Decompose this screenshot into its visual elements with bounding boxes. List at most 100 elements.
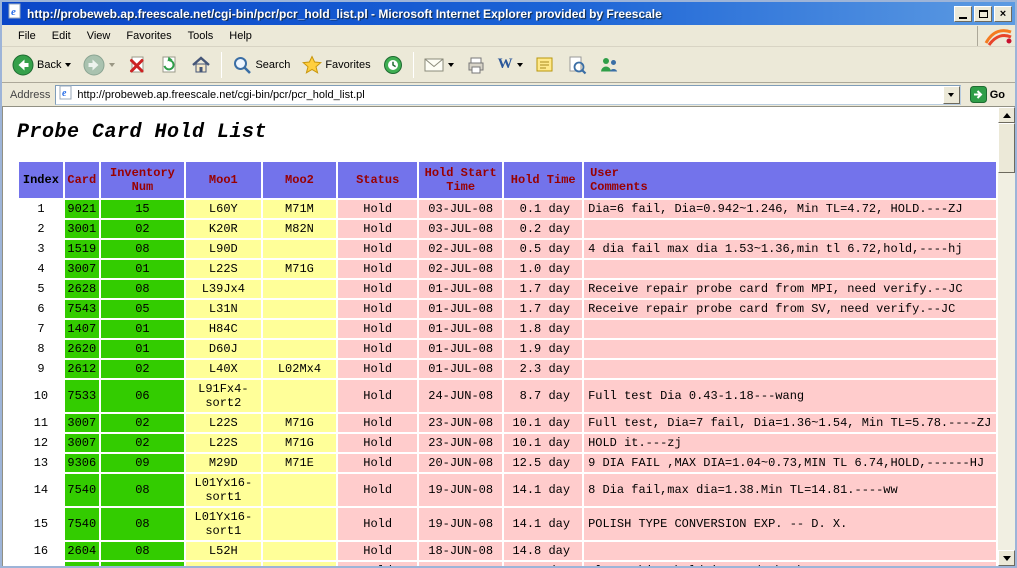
discuss-button[interactable] bbox=[529, 50, 561, 80]
stop-icon bbox=[127, 55, 147, 75]
stop-button[interactable] bbox=[121, 50, 153, 80]
cell-card: 3007 bbox=[65, 414, 99, 432]
cell-moo2: L02Mx4 bbox=[263, 360, 337, 378]
cell-hold-start-time: 01-JUL-08 bbox=[419, 360, 502, 378]
messenger-button[interactable] bbox=[593, 50, 625, 80]
window-title: http://probeweb.ap.freescale.net/cgi-bin… bbox=[27, 7, 954, 21]
cell-inventory-num: 06 bbox=[101, 380, 184, 412]
cell-hold-time: 2.3 day bbox=[504, 360, 582, 378]
minimize-button[interactable] bbox=[954, 6, 972, 22]
back-dropdown-icon[interactable] bbox=[65, 63, 71, 67]
cell-index: 12 bbox=[19, 434, 63, 452]
cell-card: 7543 bbox=[65, 300, 99, 318]
cell-moo1: L91Fx4-sort2 bbox=[186, 380, 260, 412]
chevron-down-icon bbox=[948, 93, 954, 97]
cell-hold-start-time: 02-JUL-08 bbox=[419, 260, 502, 278]
cell-inventory-num: 02 bbox=[101, 220, 184, 238]
edit-button[interactable]: W bbox=[492, 50, 529, 80]
cell-moo2: M71E bbox=[263, 454, 337, 472]
cell-moo2 bbox=[263, 300, 337, 318]
cell-card: 3001 bbox=[65, 220, 99, 238]
search-button[interactable]: Search bbox=[226, 50, 296, 80]
messenger-icon bbox=[599, 55, 619, 75]
mail-button[interactable] bbox=[418, 50, 460, 80]
maximize-button[interactable] bbox=[974, 6, 992, 22]
table-row: 7140701H84CHold01-JUL-081.8 day bbox=[19, 320, 996, 338]
cell-hold-time: 1.7 day bbox=[504, 280, 582, 298]
url-text: http://probeweb.ap.freescale.net/cgi-bin… bbox=[77, 89, 942, 101]
cell-status: Hold bbox=[338, 380, 417, 412]
go-icon bbox=[970, 86, 987, 103]
cell-index: 11 bbox=[19, 414, 63, 432]
header-moo2: Moo2 bbox=[263, 162, 337, 198]
forward-button[interactable] bbox=[77, 50, 121, 80]
header-user-comments: User Comments bbox=[584, 162, 996, 198]
cell-index: 5 bbox=[19, 280, 63, 298]
table-row: 13930609M29DM71EHold20-JUN-0812.5 day9 D… bbox=[19, 454, 996, 472]
cell-hold-time: 1.9 day bbox=[504, 340, 582, 358]
cell-status: Hold bbox=[338, 434, 417, 452]
mail-dropdown-icon[interactable] bbox=[448, 63, 454, 67]
page-title: Probe Card Hold List bbox=[17, 121, 998, 144]
table-row: 11300702L22SM71GHold23-JUN-0810.1 dayFul… bbox=[19, 414, 996, 432]
menu-tools[interactable]: Tools bbox=[180, 27, 222, 45]
cell-moo1: M02B bbox=[186, 562, 260, 566]
discuss-note-icon bbox=[535, 55, 555, 75]
home-button[interactable] bbox=[185, 50, 217, 80]
cell-moo2: L57M bbox=[263, 562, 337, 566]
cell-card: 7540 bbox=[65, 508, 99, 540]
table-header-row: IndexCardInventory NumMoo1Moo2StatusHold… bbox=[19, 162, 996, 198]
cell-user-comments bbox=[584, 542, 996, 560]
scrollbar-thumb[interactable] bbox=[998, 123, 1015, 173]
header-index: Index bbox=[19, 162, 63, 198]
cell-moo2: M71G bbox=[263, 414, 337, 432]
go-button[interactable]: Go bbox=[966, 84, 1011, 105]
cell-hold-time: 8.7 day bbox=[504, 380, 582, 412]
menu-view[interactable]: View bbox=[79, 27, 119, 45]
forward-dropdown-icon[interactable] bbox=[109, 63, 115, 67]
cell-hold-start-time: 02-JUL-08 bbox=[419, 240, 502, 258]
cell-index: 16 bbox=[19, 542, 63, 560]
cell-moo1: L22S bbox=[186, 434, 260, 452]
cell-user-comments: Receive repair probe card from MPI, need… bbox=[584, 280, 996, 298]
cell-hold-time: 0.5 day bbox=[504, 240, 582, 258]
cell-moo2 bbox=[263, 508, 337, 540]
header-moo1: Moo1 bbox=[186, 162, 260, 198]
cell-moo2 bbox=[263, 280, 337, 298]
favorites-button[interactable]: Favorites bbox=[296, 50, 376, 80]
table-row: 4300701L22SM71GHold02-JUL-081.0 day bbox=[19, 260, 996, 278]
search-icon bbox=[232, 55, 252, 75]
history-button[interactable] bbox=[377, 50, 409, 80]
scroll-up-button[interactable] bbox=[998, 107, 1015, 123]
scroll-down-button[interactable] bbox=[998, 550, 1015, 566]
address-dropdown-button[interactable] bbox=[943, 86, 960, 104]
edit-dropdown-icon[interactable] bbox=[517, 63, 523, 67]
cell-card: 9306 bbox=[65, 454, 99, 472]
cell-card: 7540 bbox=[65, 474, 99, 506]
cell-status: Hold bbox=[338, 542, 417, 560]
table-row: 6754305L31NHold01-JUL-081.7 dayReceive r… bbox=[19, 300, 996, 318]
cell-moo1: L31N bbox=[186, 300, 260, 318]
cell-card: 2612 bbox=[65, 360, 99, 378]
cell-moo1: L40X bbox=[186, 360, 260, 378]
page-content: Probe Card Hold List IndexCardInventory … bbox=[2, 107, 1015, 566]
menu-favorites[interactable]: Favorites bbox=[118, 27, 179, 45]
refresh-button[interactable] bbox=[153, 50, 185, 80]
print-button[interactable] bbox=[460, 50, 492, 80]
menu-file[interactable]: File bbox=[10, 27, 44, 45]
cell-hold-time: 10.1 day bbox=[504, 434, 582, 452]
cell-index: 1 bbox=[19, 200, 63, 218]
close-button[interactable]: × bbox=[994, 6, 1012, 22]
cell-hold-start-time: 23-JUN-08 bbox=[419, 434, 502, 452]
address-input[interactable]: e http://probeweb.ap.freescale.net/cgi-b… bbox=[55, 85, 960, 105]
menu-help[interactable]: Help bbox=[221, 27, 260, 45]
cell-card: 3007 bbox=[65, 434, 99, 452]
menu-edit[interactable]: Edit bbox=[44, 27, 79, 45]
cell-inventory-num: 01 bbox=[101, 320, 184, 338]
vertical-scrollbar[interactable] bbox=[998, 107, 1015, 566]
cell-user-comments bbox=[584, 260, 996, 278]
back-button[interactable]: Back bbox=[6, 50, 77, 80]
cell-moo1: L90D bbox=[186, 240, 260, 258]
research-button[interactable] bbox=[561, 50, 593, 80]
cell-hold-time: 1.8 day bbox=[504, 320, 582, 338]
